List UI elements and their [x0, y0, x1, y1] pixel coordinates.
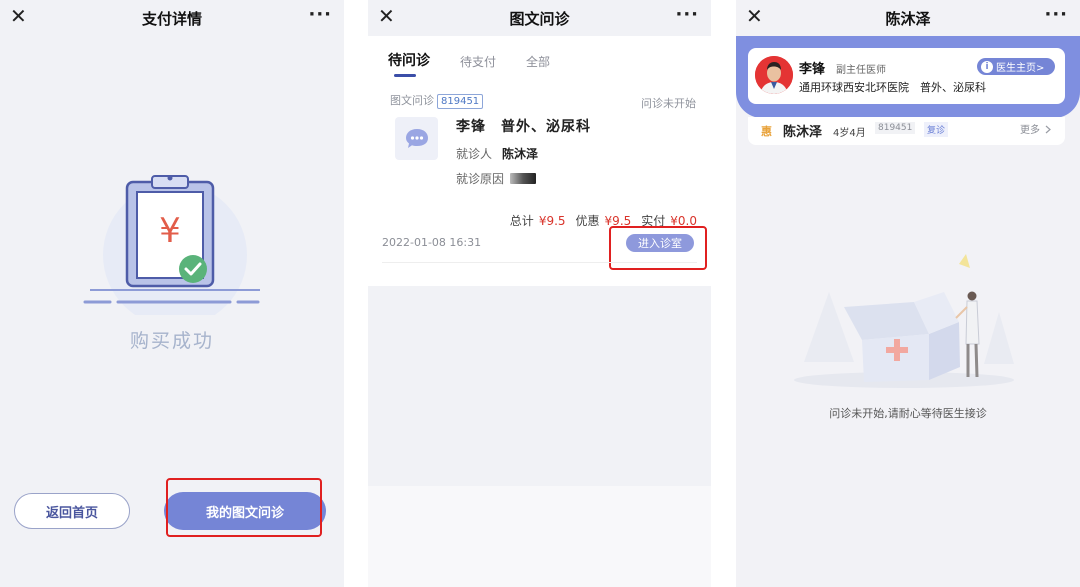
payment-success-illustration: ¥	[83, 175, 260, 315]
doctor-name: 李锋	[799, 62, 826, 77]
revisit-tag: 复诊	[924, 122, 949, 137]
empty-area-bottom	[368, 486, 711, 587]
close-icon[interactable]: ✕	[378, 4, 395, 28]
more-link[interactable]: 更多	[1020, 121, 1052, 136]
waiting-illustration	[794, 254, 1014, 388]
doctor-homepage-button[interactable]: i 医生主页>	[977, 58, 1055, 75]
patient-age: 4岁4月	[833, 128, 866, 139]
reason-row: 就诊原因	[456, 170, 537, 187]
screenshot-stage: ✕ 支付详情 ··· ¥ 购买成功 返回首页 我的图文问诊 ✕ 图文问诊 ···…	[0, 0, 1080, 587]
doctor-title: 副主任医师	[836, 65, 886, 76]
total-amount: ¥9.5	[538, 214, 566, 228]
hospital-department: 通用环球西安北环医院 普外、泌尿科	[799, 81, 986, 94]
navbar: ✕ 图文问诊 ···	[368, 0, 711, 36]
more-icon[interactable]: ···	[675, 3, 699, 27]
order-type-label: 图文问诊	[390, 94, 434, 107]
navbar: ✕ 支付详情 ···	[0, 0, 344, 36]
tab-pending-payment[interactable]: 待支付	[460, 53, 496, 70]
order-type: 图文问诊 819451	[390, 92, 484, 109]
patient-id: 819451	[875, 122, 916, 134]
divider	[382, 262, 697, 263]
tab-pending-consult[interactable]: 待问诊	[388, 50, 430, 77]
order-id: 819451	[437, 94, 484, 109]
currency-symbol: ¥	[159, 211, 181, 251]
doctor-homepage-label: 医生主页>	[996, 63, 1045, 74]
highlight-box	[609, 226, 707, 270]
page-title: 图文问诊	[509, 9, 570, 28]
status-tabs: 待问诊 待支付 全部	[388, 50, 580, 77]
discount-label: 优惠	[575, 214, 600, 228]
consultation-list-screen: ✕ 图文问诊 ··· 待问诊 待支付 全部 图文问诊 819451 问诊未开始 李…	[368, 0, 711, 587]
reason-redacted	[510, 173, 537, 184]
doctor-department: 李锋 普外、泌尿科	[456, 119, 591, 135]
more-icon[interactable]: ···	[1044, 3, 1068, 27]
close-icon[interactable]: ✕	[10, 4, 27, 28]
patient-name: 陈沐泽	[502, 147, 539, 161]
patient-row: 就诊人 陈沐泽	[456, 145, 538, 162]
more-icon[interactable]: ···	[308, 3, 332, 27]
doctor-avatar	[755, 56, 793, 94]
purchase-success-text: 购买成功	[129, 330, 214, 352]
close-icon[interactable]: ✕	[746, 4, 763, 28]
doctor-card	[748, 48, 1065, 104]
total-label: 总计	[509, 214, 534, 228]
discount-badge: 惠	[761, 125, 772, 138]
page-title: 支付详情	[141, 9, 202, 28]
chat-bubble-icon	[395, 117, 438, 160]
order-status: 问诊未开始	[641, 97, 696, 110]
chevron-right-icon	[1045, 125, 1052, 134]
tab-all[interactable]: 全部	[526, 53, 550, 70]
order-date: 2022-01-08 16:31	[382, 236, 482, 249]
reason-label: 就诊原因	[456, 172, 505, 186]
info-icon: i	[981, 60, 993, 73]
navbar: ✕ 陈沐泽 ···	[736, 0, 1080, 36]
consultation-room-screen: ✕ 陈沐泽 ··· 李锋 副主任医师 通用环球西安北环医院 普外、泌尿科 i 医生…	[736, 0, 1080, 587]
highlight-box	[166, 478, 322, 537]
patient-name: 陈沐泽	[783, 125, 823, 140]
patient-label: 就诊人	[456, 147, 493, 161]
more-label: 更多	[1020, 125, 1040, 136]
payment-detail-screen: ✕ 支付详情 ··· ¥ 购买成功 返回首页 我的图文问诊	[0, 0, 344, 587]
back-home-button[interactable]: 返回首页	[14, 493, 130, 529]
page-title: 陈沐泽	[885, 9, 931, 28]
waiting-message: 问诊未开始,请耐心等待医生接诊	[829, 407, 987, 420]
empty-area	[368, 286, 711, 486]
